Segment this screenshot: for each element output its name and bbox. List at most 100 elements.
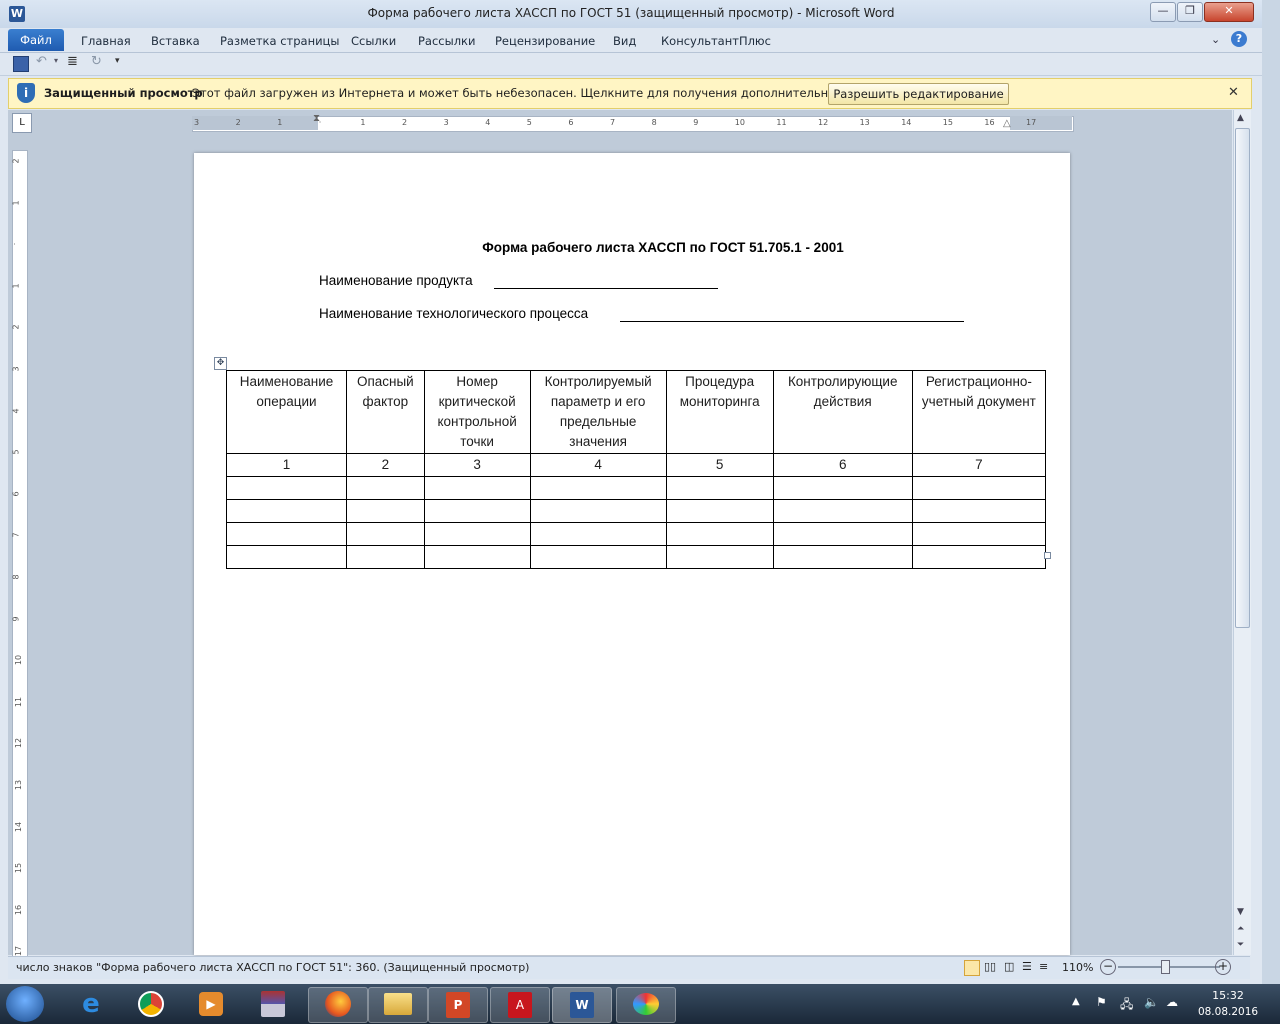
tab-review[interactable]: Рецензирование	[495, 32, 595, 50]
enable-editing-button[interactable]: Разрешить редактирование	[828, 83, 1009, 105]
word-count-status[interactable]: число знаков "Форма рабочего листа ХАССП…	[16, 961, 529, 974]
paragraph-icon[interactable]: ≣	[67, 54, 78, 69]
previous-page-icon[interactable]: ⏶	[1237, 924, 1244, 934]
header-control-actions[interactable]: Контролирующие действия	[772, 370, 913, 454]
haccp-table[interactable]: Наименование операции Опасный фактор Ном…	[225, 370, 1047, 569]
scroll-thumb[interactable]	[1235, 128, 1250, 628]
table-cell[interactable]: 7	[911, 453, 1047, 477]
ribbon-collapse-icon[interactable]: ⌄	[1211, 33, 1220, 46]
table-resize-handle[interactable]	[1044, 552, 1051, 559]
word-icon[interactable]: W	[552, 987, 612, 1023]
table-move-handle-icon[interactable]: ✥	[214, 357, 227, 370]
table-cell[interactable]	[529, 522, 667, 546]
undo-icon[interactable]: ↶	[36, 54, 47, 69]
table-cell[interactable]	[772, 522, 913, 546]
header-controlled-parameter[interactable]: Контролируемый параметр и его предельные…	[529, 370, 667, 454]
table-cell[interactable]	[225, 476, 348, 500]
right-indent-icon[interactable]: △	[1003, 118, 1011, 129]
web-layout-icon[interactable]: ◫	[1004, 960, 1014, 973]
table-cell[interactable]	[225, 545, 348, 569]
header-monitoring[interactable]: Процедура мониторинга	[665, 370, 774, 454]
action-center-flag-icon[interactable]: ⚑	[1096, 995, 1107, 1009]
tab-consultantplus[interactable]: КонсультантПлюс	[661, 32, 771, 50]
table-cell[interactable]	[423, 476, 531, 500]
table-cell[interactable]: 4	[529, 453, 667, 477]
header-ccp-number[interactable]: Номер критической контрольной точки	[423, 370, 531, 454]
table-cell[interactable]	[529, 545, 667, 569]
close-message-bar-icon[interactable]: ✕	[1228, 85, 1239, 100]
scroll-down-icon[interactable]: ▼	[1237, 907, 1244, 917]
close-button[interactable]: ✕	[1204, 2, 1254, 22]
table-cell[interactable]	[911, 499, 1047, 523]
table-cell[interactable]	[423, 499, 531, 523]
table-cell[interactable]: 3	[423, 453, 531, 477]
tab-page-layout[interactable]: Разметка страницы	[220, 32, 339, 50]
internet-explorer-icon[interactable]: e	[62, 987, 120, 1021]
language-icon[interactable]: ☁	[1166, 995, 1178, 1009]
print-layout-icon[interactable]	[964, 960, 980, 976]
customize-icon[interactable]: ▾	[115, 56, 120, 66]
paint-icon[interactable]	[616, 987, 676, 1023]
clock-time[interactable]: 15:32	[1198, 989, 1258, 1002]
table-cell[interactable]	[529, 499, 667, 523]
tab-mailings[interactable]: Рассылки	[418, 32, 475, 50]
tab-selector[interactable]: L	[12, 113, 32, 133]
table-cell[interactable]	[423, 522, 531, 546]
table-cell[interactable]	[911, 545, 1047, 569]
table-cell[interactable]	[772, 545, 913, 569]
table-cell[interactable]	[665, 522, 774, 546]
zoom-in-icon[interactable]: +	[1215, 959, 1231, 975]
table-cell[interactable]	[529, 476, 667, 500]
table-cell[interactable]	[225, 522, 348, 546]
start-button[interactable]	[6, 986, 44, 1022]
tab-file[interactable]: Файл	[8, 29, 64, 51]
winrar-icon[interactable]	[244, 987, 302, 1021]
table-cell[interactable]	[772, 476, 913, 500]
header-registration-document[interactable]: Регистрационно-учетный документ	[911, 370, 1047, 454]
save-icon[interactable]	[13, 56, 29, 72]
table-cell[interactable]: 1	[225, 453, 348, 477]
outline-icon[interactable]: ☰	[1022, 960, 1032, 973]
protected-view-message[interactable]: Этот файл загружен из Интернета и может …	[192, 86, 909, 100]
table-cell[interactable]	[423, 545, 531, 569]
table-cell[interactable]	[911, 522, 1047, 546]
clock-date[interactable]: 08.08.2016	[1194, 1006, 1262, 1018]
tab-insert[interactable]: Вставка	[151, 32, 200, 50]
full-screen-reading-icon[interactable]: ▯▯	[984, 960, 996, 973]
tab-view[interactable]: Вид	[613, 32, 636, 50]
table-cell[interactable]	[772, 499, 913, 523]
zoom-out-icon[interactable]: −	[1100, 959, 1116, 975]
redo-icon[interactable]: ↻	[91, 54, 102, 69]
network-icon[interactable]: 🖧	[1120, 995, 1133, 1016]
powerpoint-icon[interactable]: P	[428, 987, 488, 1023]
acrobat-icon[interactable]: A	[490, 987, 550, 1023]
scroll-up-icon[interactable]: ▲	[1237, 113, 1244, 123]
minimize-button[interactable]: —	[1150, 2, 1176, 22]
table-cell[interactable]	[346, 476, 425, 500]
table-cell[interactable]	[911, 476, 1047, 500]
tab-references[interactable]: Ссылки	[351, 32, 396, 50]
next-page-icon[interactable]: ⏷	[1237, 940, 1244, 950]
undo-dropdown-icon[interactable]: ▾	[54, 56, 58, 65]
table-cell[interactable]	[346, 545, 425, 569]
header-hazard[interactable]: Опасный фактор	[346, 370, 425, 454]
zoom-slider-thumb[interactable]	[1161, 960, 1170, 974]
maximize-button[interactable]: ❐	[1177, 2, 1203, 22]
volume-icon[interactable]: 🔈	[1144, 995, 1159, 1009]
table-cell[interactable]	[665, 545, 774, 569]
table-cell[interactable]	[665, 499, 774, 523]
firefox-icon[interactable]	[308, 987, 368, 1023]
table-cell[interactable]: 5	[665, 453, 774, 477]
header-operation[interactable]: Наименование операции	[225, 370, 348, 454]
table-cell[interactable]	[665, 476, 774, 500]
table-cell[interactable]: 2	[346, 453, 425, 477]
table-cell[interactable]	[225, 499, 348, 523]
tab-home[interactable]: Главная	[81, 32, 131, 50]
show-hidden-icons-icon[interactable]: ▲	[1072, 996, 1080, 1007]
chrome-icon[interactable]	[122, 987, 180, 1021]
explorer-icon[interactable]	[368, 987, 428, 1023]
table-cell[interactable]: 6	[772, 453, 913, 477]
indent-marker-icon[interactable]: ⧗	[313, 113, 320, 124]
media-player-icon[interactable]: ▶	[182, 987, 240, 1021]
table-cell[interactable]	[346, 499, 425, 523]
